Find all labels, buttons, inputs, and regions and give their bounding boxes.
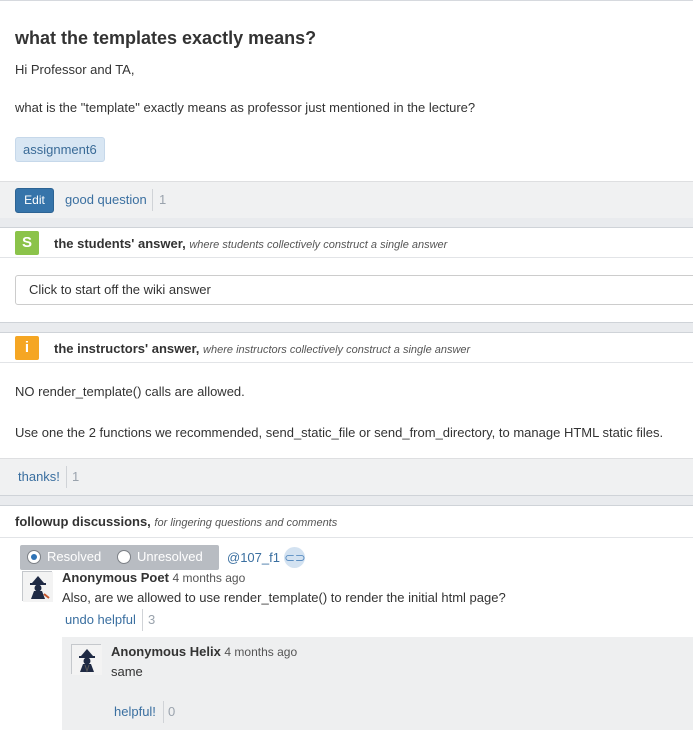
unresolved-label[interactable]: Unresolved <box>137 549 203 564</box>
instructors-answer-subtitle: where instructors collectively construct… <box>203 344 471 356</box>
followup-title-text: followup discussions, <box>15 514 151 529</box>
post-text: Also, are we allowed to use render_templ… <box>62 590 506 605</box>
thanks-link[interactable]: thanks! <box>18 469 60 484</box>
question-greeting: Hi Professor and TA, <box>15 62 135 77</box>
resolved-label[interactable]: Resolved <box>47 549 101 564</box>
unresolved-radio[interactable] <box>117 550 131 564</box>
question-title: what the templates exactly means? <box>15 28 317 48</box>
reply-author-name: Anonymous Helix <box>111 644 221 659</box>
reply-time: 4 months ago <box>224 645 298 659</box>
thanks-count: 1 <box>72 469 80 484</box>
good-question-count: 1 <box>159 192 167 207</box>
followup-title: followup discussions, for lingering ques… <box>15 514 337 529</box>
instructors-answer-card: i the instructors' answer, where instruc… <box>0 332 693 496</box>
instructors-answer-footer: thanks! 1 <box>0 458 693 495</box>
post-author-name: Anonymous Poet <box>62 570 169 585</box>
resolved-radio[interactable] <box>27 550 41 564</box>
students-answer-title: the students' answer, where students col… <box>54 236 447 251</box>
divider <box>163 701 164 723</box>
anonymous-avatar-icon <box>22 571 53 602</box>
followup-id[interactable]: @107_f1 <box>227 550 280 565</box>
post-time: 4 months ago <box>172 571 246 585</box>
anonymous-avatar-icon <box>71 644 102 675</box>
wiki-answer-input[interactable]: Click to start off the wiki answer <box>15 275 693 305</box>
question-card: what the templates exactly means? Hi Pro… <box>0 0 693 218</box>
good-question-link[interactable]: good question <box>65 192 147 207</box>
post-helpful-count: 3 <box>148 612 156 627</box>
post-author: Anonymous Poet 4 months ago <box>62 570 245 585</box>
divider <box>0 537 693 538</box>
folder-tag[interactable]: assignment6 <box>15 137 105 162</box>
reply-text: same <box>111 664 143 679</box>
question-footer: Edit good question 1 <box>0 181 693 218</box>
question-body: what is the "template" exactly means as … <box>15 100 476 115</box>
students-badge-icon: S <box>15 231 39 255</box>
helpful-link[interactable]: helpful! <box>114 704 156 719</box>
instructors-answer-title-text: the instructors' answer, <box>54 341 200 356</box>
followup-section: followup discussions, for lingering ques… <box>0 505 693 733</box>
followup-subtitle: for lingering questions and comments <box>154 517 338 529</box>
instructors-badge-icon: i <box>15 336 39 360</box>
instructors-answer-line-1: NO render_template() calls are allowed. <box>15 384 245 399</box>
reply-helpful-count: 0 <box>168 704 176 719</box>
instructors-answer-header: i the instructors' answer, where instruc… <box>0 333 693 363</box>
students-answer-subtitle: where students collectively construct a … <box>189 239 448 251</box>
instructors-answer-line-2: Use one the 2 functions we recommended, … <box>15 425 664 440</box>
reply-card: Anonymous Helix 4 months ago same helpfu… <box>62 637 693 730</box>
students-answer-title-text: the students' answer, <box>54 236 186 251</box>
undo-helpful-link[interactable]: undo helpful <box>65 612 136 627</box>
edit-button[interactable]: Edit <box>15 188 54 213</box>
link-icon[interactable]: ⊂⊃ <box>284 547 306 568</box>
reply-author: Anonymous Helix 4 months ago <box>111 644 297 659</box>
divider <box>66 466 67 488</box>
students-answer-card: S the students' answer, where students c… <box>0 227 693 323</box>
resolve-toggle: Resolved Unresolved <box>20 545 219 570</box>
students-answer-header: S the students' answer, where students c… <box>0 228 693 258</box>
instructors-answer-title: the instructors' answer, where instructo… <box>54 341 470 356</box>
post-page: what the templates exactly means? Hi Pro… <box>0 0 693 733</box>
divider <box>142 609 143 631</box>
divider <box>152 189 153 211</box>
